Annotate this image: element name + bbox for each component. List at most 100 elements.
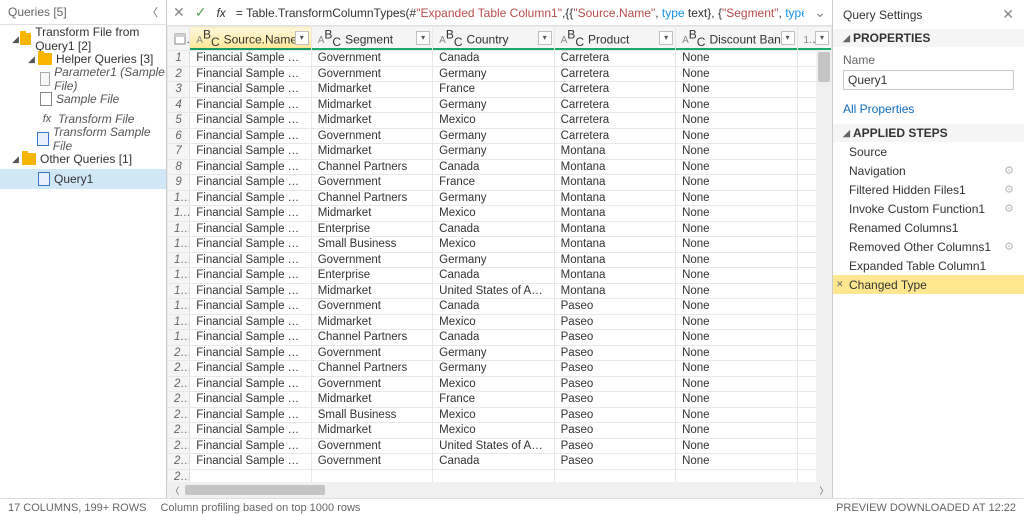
cell[interactable]: Mexico (433, 206, 554, 222)
cell[interactable]: Financial Sample 1.xlsx (190, 113, 311, 129)
cell[interactable]: Paseo (554, 454, 675, 470)
cell[interactable]: Government (311, 438, 432, 454)
query-parameter1[interactable]: Parameter1 (Sample File) (0, 69, 166, 89)
column-filter-icon[interactable]: ▾ (295, 31, 309, 45)
applied-step-invoke-custom-function1[interactable]: Invoke Custom Function1⚙ (833, 199, 1024, 218)
cell[interactable]: None (676, 438, 797, 454)
cell[interactable]: Germany (433, 128, 554, 144)
cell[interactable]: Mexico (433, 113, 554, 129)
table-row[interactable]: 7Financial Sample 1.xlsxMidmarketGermany… (168, 144, 832, 160)
cell[interactable]: Channel Partners (311, 330, 432, 346)
table-row[interactable]: 23Financial Sample 1.xlsxMidmarketFrance… (168, 392, 832, 408)
cell[interactable]: Financial Sample 1.xlsx (190, 206, 311, 222)
row-number[interactable]: 18 (168, 314, 190, 330)
vertical-scrollbar[interactable]: ⌄ (816, 50, 832, 498)
cell[interactable]: Financial Sample 1.xlsx (190, 175, 311, 191)
cell[interactable]: Financial Sample 1.xlsx (190, 314, 311, 330)
cell[interactable]: Financial Sample 1.xlsx (190, 407, 311, 423)
table-row[interactable]: 1Financial Sample 1.xlsxGovernmentCanada… (168, 51, 832, 67)
column-header-product[interactable]: ABCProduct▾ (554, 27, 675, 51)
row-number[interactable]: 27 (168, 454, 190, 470)
cell[interactable]: Paseo (554, 392, 675, 408)
table-row[interactable]: 4Financial Sample 1.xlsxMidmarketGermany… (168, 97, 832, 113)
cell[interactable]: Montana (554, 175, 675, 191)
all-properties-link[interactable]: All Properties (833, 98, 1024, 124)
row-number[interactable]: 4 (168, 97, 190, 113)
cell[interactable]: None (676, 190, 797, 206)
table-row[interactable]: 2Financial Sample 1.xlsxGovernmentGerman… (168, 66, 832, 82)
cell[interactable]: Financial Sample 1.xlsx (190, 283, 311, 299)
step-settings-icon[interactable]: ⚙ (1004, 164, 1014, 177)
cell[interactable]: Midmarket (311, 314, 432, 330)
cell[interactable]: Financial Sample 1.xlsx (190, 66, 311, 82)
cell[interactable]: None (676, 299, 797, 315)
cell[interactable]: Financial Sample 1.xlsx (190, 237, 311, 253)
applied-step-source[interactable]: Source (833, 142, 1024, 161)
applied-step-renamed-columns1[interactable]: Renamed Columns1 (833, 218, 1024, 237)
step-settings-icon[interactable]: ⚙ (1004, 202, 1014, 215)
cell[interactable]: Paseo (554, 330, 675, 346)
cell[interactable]: Financial Sample 1.xlsx (190, 144, 311, 160)
cell[interactable]: Paseo (554, 299, 675, 315)
table-row[interactable]: 19Financial Sample 1.xlsxChannel Partner… (168, 330, 832, 346)
cell[interactable]: Canada (433, 51, 554, 67)
cell[interactable]: Government (311, 175, 432, 191)
row-number[interactable]: 12 (168, 221, 190, 237)
cell[interactable]: Germany (433, 190, 554, 206)
cell[interactable]: Mexico (433, 423, 554, 439)
row-number[interactable]: 20 (168, 345, 190, 361)
cell[interactable]: None (676, 407, 797, 423)
cell[interactable]: Government (311, 376, 432, 392)
table-corner[interactable] (168, 27, 190, 51)
query-transform-sample-file[interactable]: Transform Sample File (0, 129, 166, 149)
cell[interactable]: United States of America (433, 283, 554, 299)
cell[interactable]: Government (311, 66, 432, 82)
cell[interactable]: Paseo (554, 376, 675, 392)
cell[interactable]: None (676, 66, 797, 82)
row-number[interactable]: 7 (168, 144, 190, 160)
cell[interactable]: France (433, 392, 554, 408)
cell[interactable]: Montana (554, 144, 675, 160)
row-number[interactable]: 22 (168, 376, 190, 392)
cell[interactable]: Government (311, 128, 432, 144)
scroll-left-icon[interactable]: 〈 (167, 484, 183, 497)
table-row[interactable]: 24Financial Sample 1.xlsxSmall BusinessM… (168, 407, 832, 423)
row-number[interactable]: 14 (168, 252, 190, 268)
cell[interactable]: Mexico (433, 376, 554, 392)
row-number[interactable]: 24 (168, 407, 190, 423)
row-number[interactable]: 21 (168, 361, 190, 377)
cell[interactable]: None (676, 221, 797, 237)
cell[interactable]: None (676, 361, 797, 377)
cell[interactable]: Montana (554, 283, 675, 299)
cell[interactable]: Carretera (554, 97, 675, 113)
row-number[interactable]: 6 (168, 128, 190, 144)
cell[interactable]: Financial Sample 1.xlsx (190, 268, 311, 284)
cell[interactable]: Montana (554, 252, 675, 268)
cell[interactable]: Financial Sample 1.xlsx (190, 190, 311, 206)
scroll-right-icon[interactable]: 〉 (816, 484, 832, 497)
cell[interactable]: Financial Sample 1.xlsx (190, 97, 311, 113)
row-number[interactable]: 10 (168, 190, 190, 206)
applied-step-expanded-table-column1[interactable]: Expanded Table Column1 (833, 256, 1024, 275)
cell[interactable]: Financial Sample 1.xlsx (190, 376, 311, 392)
cell[interactable]: Paseo (554, 361, 675, 377)
cell[interactable]: Midmarket (311, 144, 432, 160)
table-row[interactable]: 3Financial Sample 1.xlsxMidmarketFranceC… (168, 82, 832, 98)
cell[interactable]: Government (311, 454, 432, 470)
cell[interactable]: Montana (554, 268, 675, 284)
table-row[interactable]: 27Financial Sample 1.xlsxGovernmentCanad… (168, 454, 832, 470)
cell[interactable]: Montana (554, 206, 675, 222)
cell[interactable]: Germany (433, 345, 554, 361)
applied-steps-header[interactable]: ◢APPLIED STEPS (833, 124, 1024, 142)
cell[interactable]: None (676, 345, 797, 361)
query-name-input[interactable] (843, 70, 1014, 90)
cell[interactable]: Financial Sample 1.xlsx (190, 128, 311, 144)
cell[interactable]: None (676, 51, 797, 67)
cell[interactable]: Carretera (554, 82, 675, 98)
cell[interactable]: Channel Partners (311, 190, 432, 206)
cell[interactable]: Midmarket (311, 97, 432, 113)
cell[interactable]: Germany (433, 144, 554, 160)
applied-step-filtered-hidden-files1[interactable]: Filtered Hidden Files1⚙ (833, 180, 1024, 199)
column-header-discount-band[interactable]: ABCDiscount Band▾ (676, 27, 797, 51)
cell[interactable]: None (676, 252, 797, 268)
